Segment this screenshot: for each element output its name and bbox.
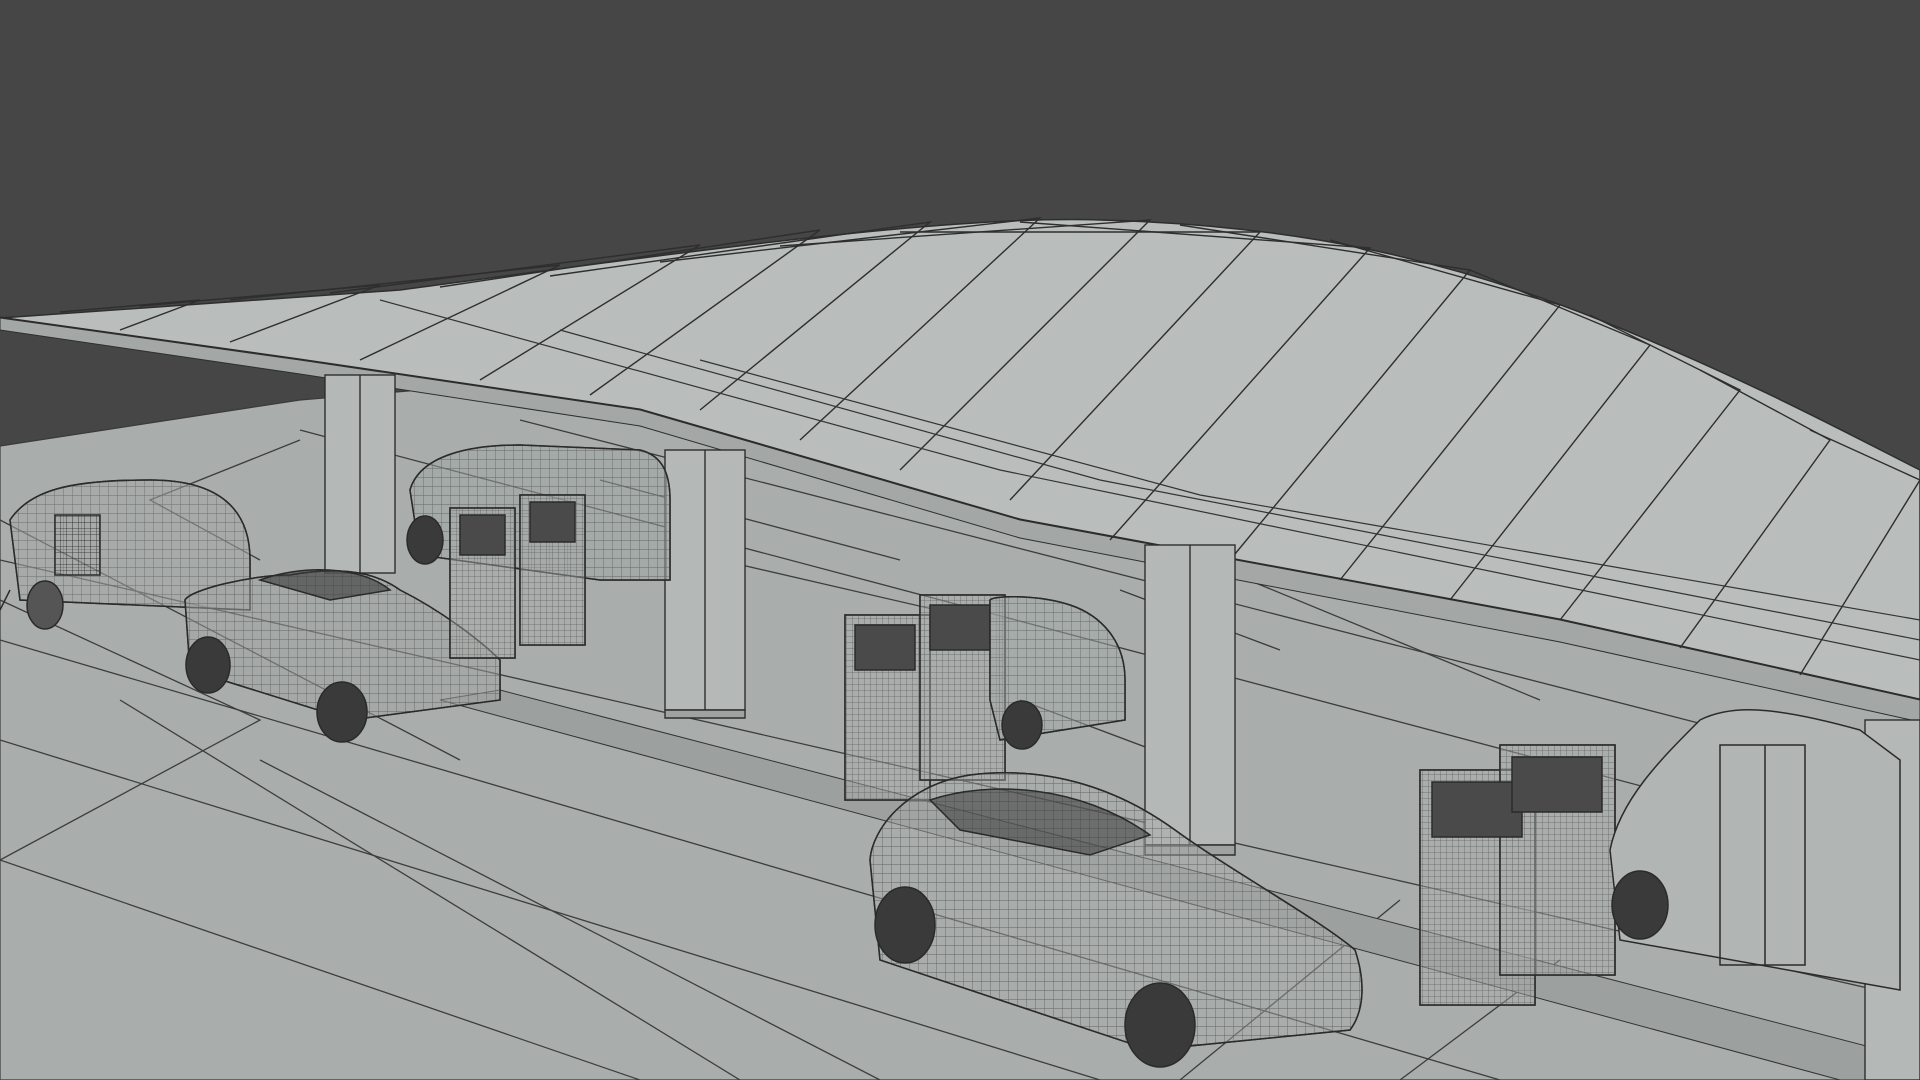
column-3 <box>1144 544 1236 856</box>
3d-viewport[interactable] <box>0 0 1920 1080</box>
charger-pair-3[interactable] <box>1419 744 1616 1006</box>
column-1 <box>324 374 396 574</box>
column-2 <box>664 449 746 719</box>
charger-pair-2[interactable] <box>844 594 1006 801</box>
